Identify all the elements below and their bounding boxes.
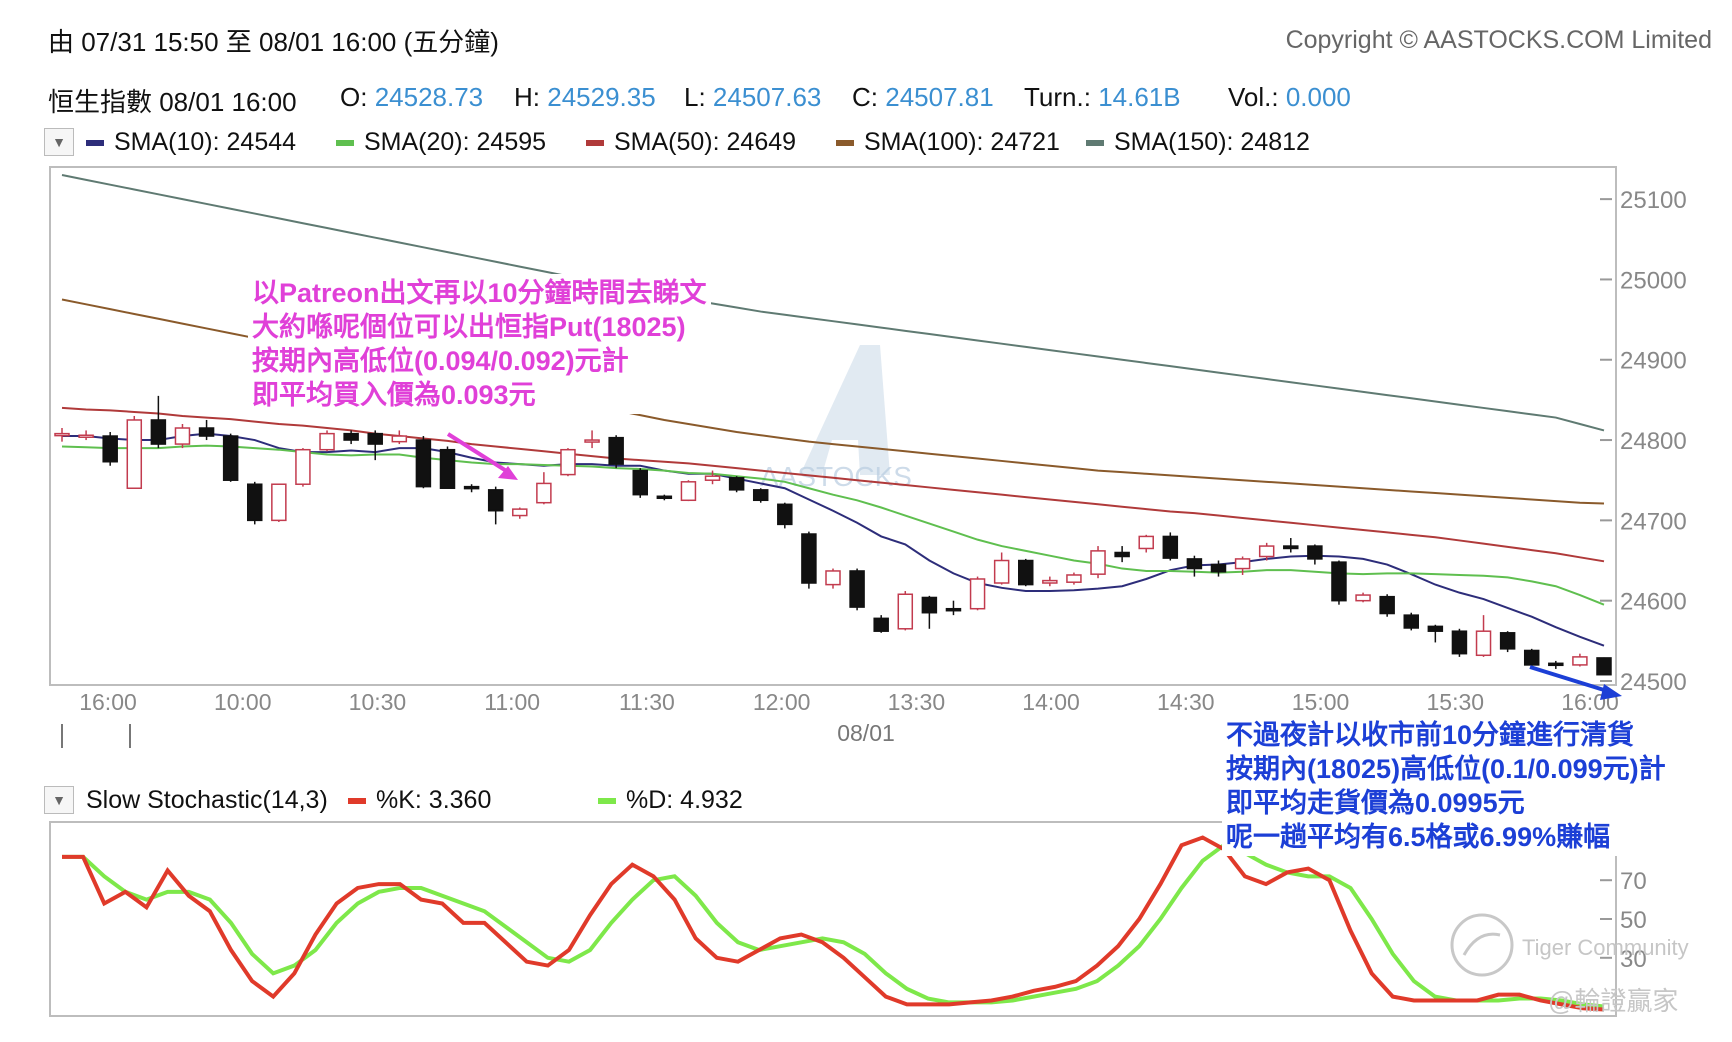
annotation-line: 即平均走貨價為0.0995元: [1226, 788, 1525, 818]
annotation-line: 不過夜計以收市前10分鐘進行清貨: [1226, 720, 1635, 750]
stoch-y-tick-label: 50: [1620, 907, 1647, 934]
annotation-line: 以Patreon出文再以10分鐘時間去睇文: [252, 278, 707, 308]
annotation-line: 按期內高低位(0.094/0.092)元計: [252, 346, 629, 376]
annotation-sell: 不過夜計以收市前10分鐘進行清貨 按期內(18025)高低位(0.1/0.099…: [1222, 716, 1720, 856]
stochastic-chart[interactable]: 705030 Tiger Community @輪證贏家: [0, 0, 1732, 1042]
annotation-line: 大約喺呢個位可以出恒指Put(18025): [252, 312, 686, 342]
author-watermark: @輪證贏家: [1548, 986, 1678, 1016]
stoch-y-tick-label: 70: [1620, 868, 1647, 895]
annotation-buy: 以Patreon出文再以10分鐘時間去睇文 大約喺呢個位可以出恒指Put(180…: [248, 274, 711, 414]
annotation-line: 即平均買入價為0.093元: [252, 380, 536, 410]
tiger-logo-icon: [1450, 913, 1514, 977]
annotation-line: 按期內(18025)高低位(0.1/0.099元)計: [1226, 754, 1666, 784]
annotation-line: 呢一趟平均有6.5格或6.99%賺幅: [1226, 822, 1611, 852]
tiger-community-text: Tiger Community: [1522, 935, 1689, 960]
stoch-line-d: [62, 843, 1605, 1009]
